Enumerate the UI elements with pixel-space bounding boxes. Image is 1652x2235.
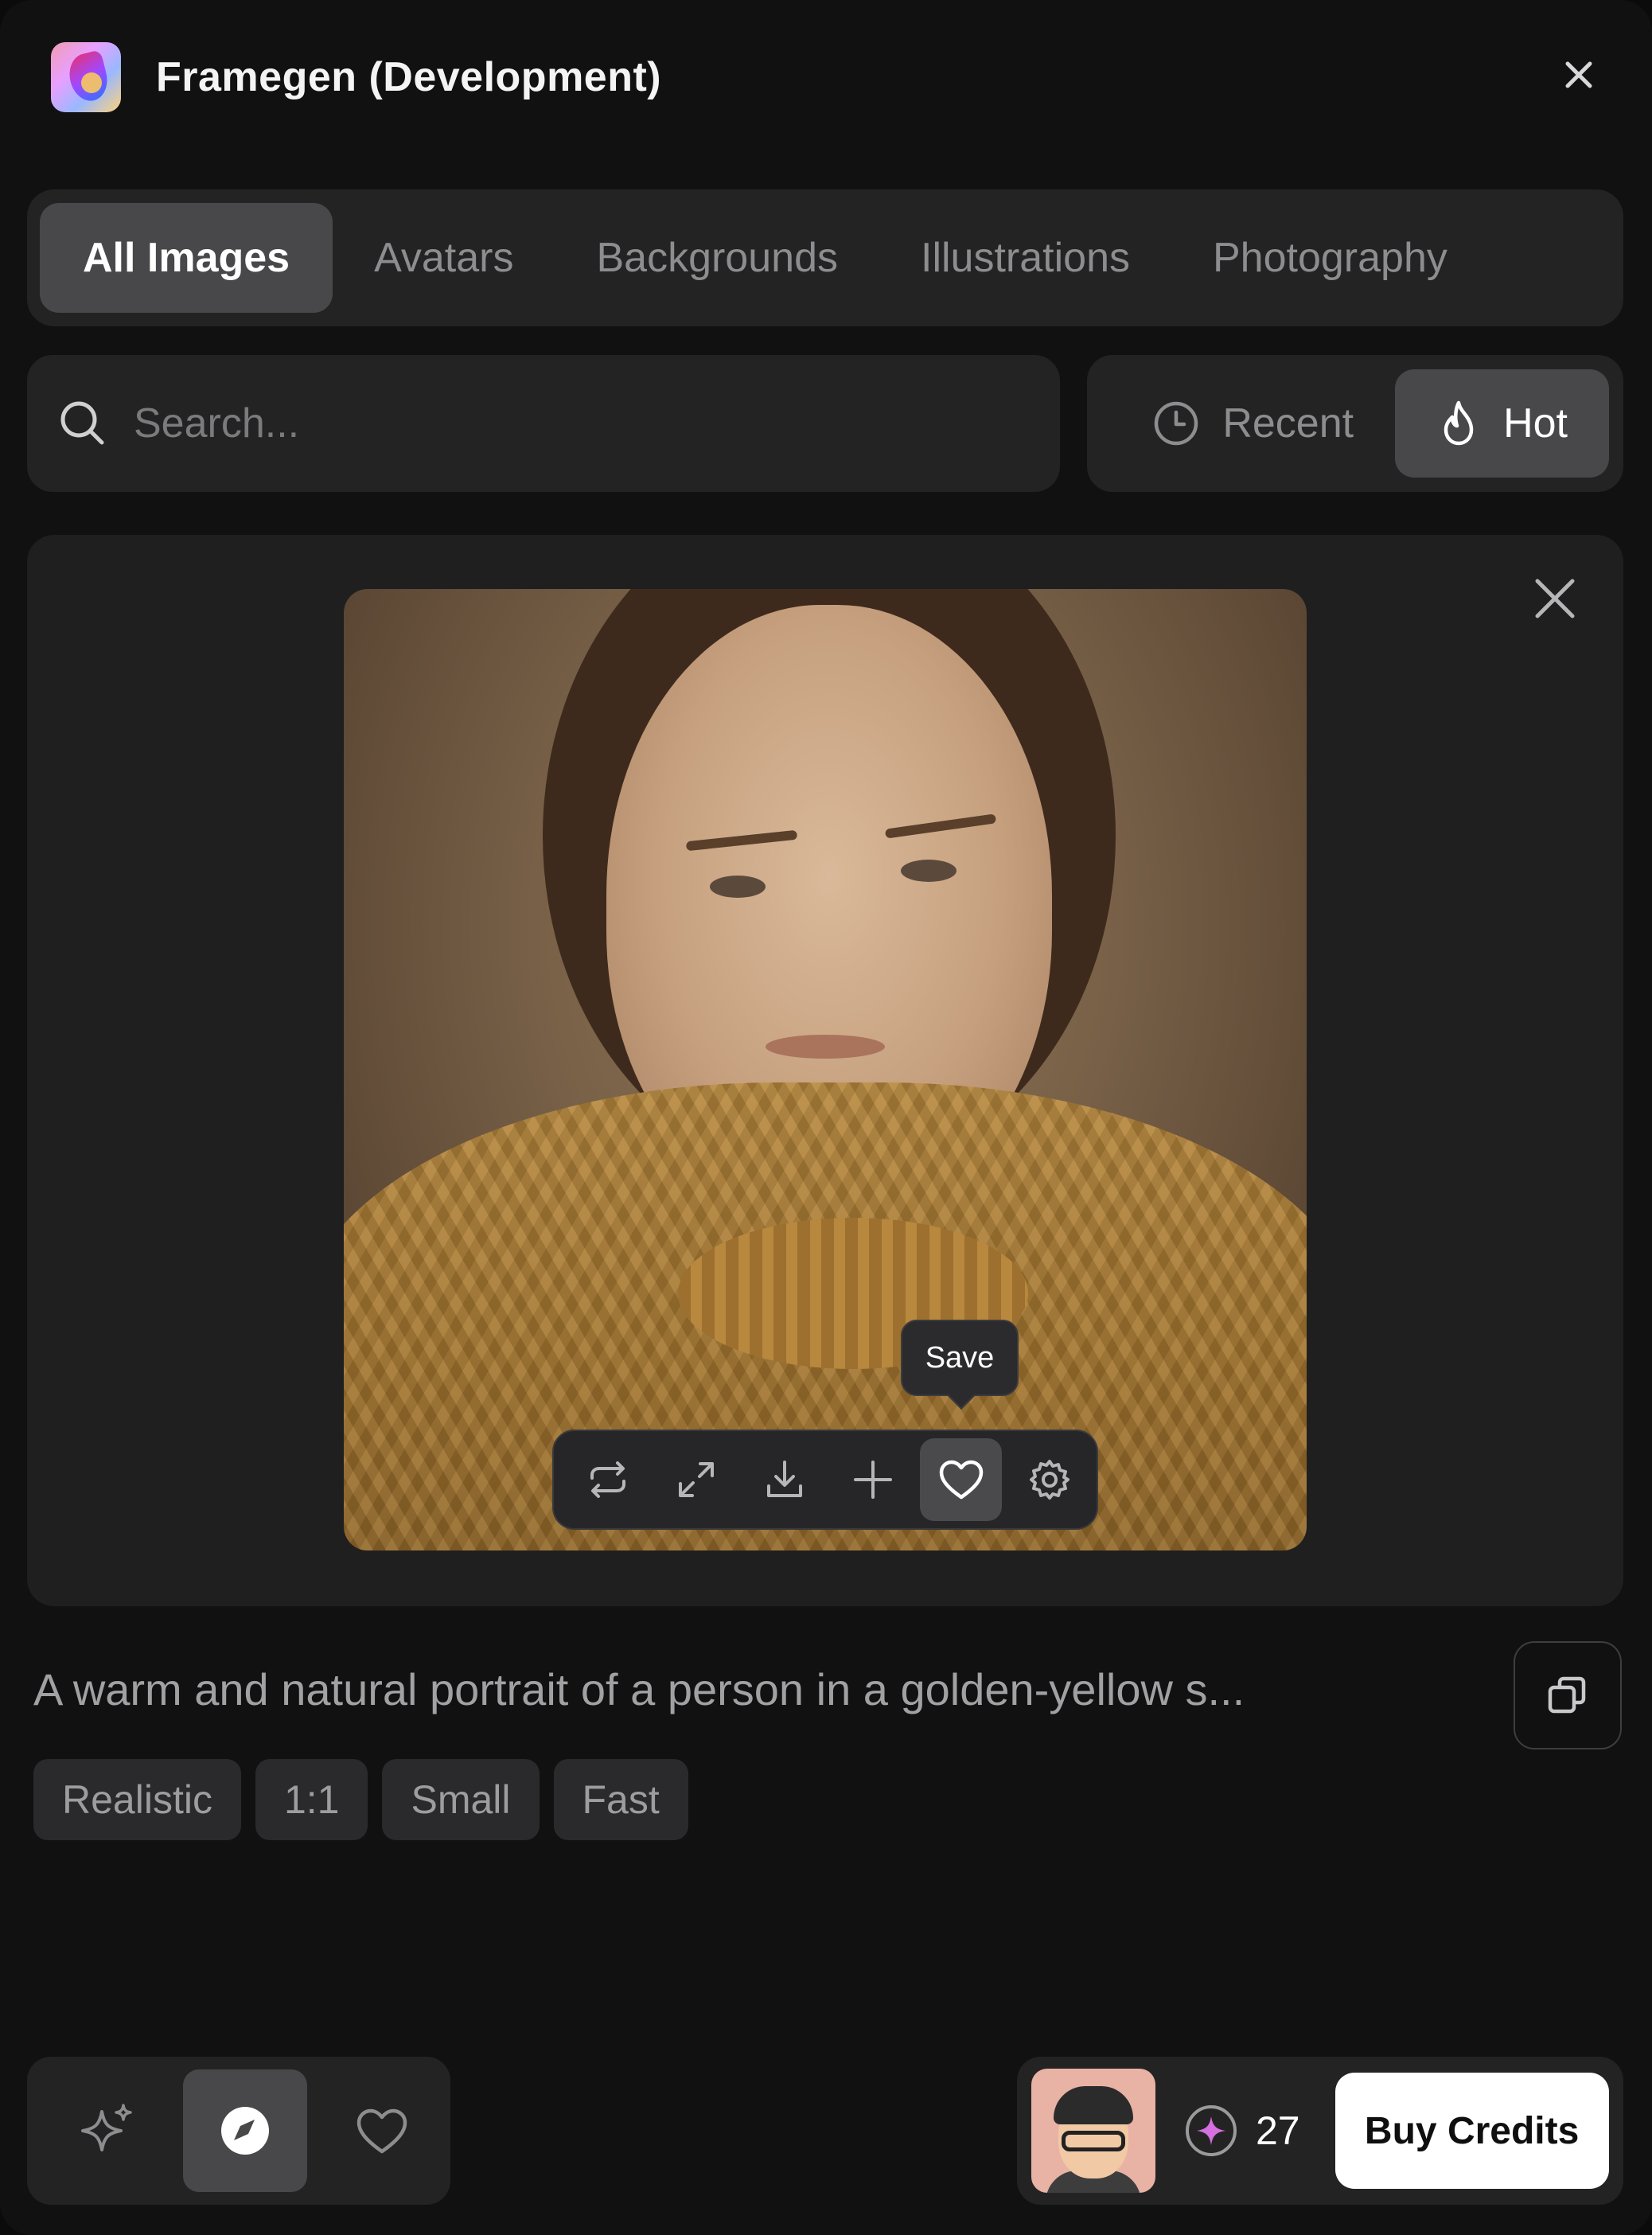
sort-hot-label: Hot (1503, 400, 1568, 447)
tab-illustrations[interactable]: Illustrations (879, 203, 1171, 313)
expand-icon (678, 1462, 714, 1497)
credits-count: 27 (1256, 2108, 1300, 2153)
app-title: Framegen (Development) (156, 54, 662, 100)
clock-icon (1155, 401, 1198, 446)
nav-generate-button[interactable] (46, 2069, 170, 2192)
sparkles-icon (81, 2104, 132, 2151)
nav-explore-button[interactable] (183, 2069, 307, 2192)
tag-speed: Fast (553, 1759, 688, 1840)
nav-favorites-button[interactable] (320, 2069, 444, 2192)
sort-toggle: Recent Hot (1087, 355, 1623, 492)
heart-icon (939, 1460, 983, 1500)
search-input[interactable] (134, 400, 1009, 447)
credits-balance: 27 (1184, 2104, 1300, 2158)
compass-icon (221, 2107, 269, 2155)
copy-icon (1548, 1676, 1586, 1714)
search-bar (27, 355, 1060, 492)
sort-recent-label: Recent (1222, 400, 1354, 447)
tab-avatars[interactable]: Avatars (333, 203, 555, 313)
bottom-nav (27, 2057, 450, 2205)
add-button[interactable] (832, 1438, 914, 1521)
close-icon (1565, 61, 1592, 88)
tag-aspect-ratio: 1:1 (255, 1759, 368, 1840)
gear-icon (1029, 1460, 1070, 1500)
search-icon (60, 401, 104, 445)
avatar[interactable] (1031, 2069, 1155, 2193)
window-header: Framegen (Development) (51, 41, 661, 113)
close-window-button[interactable] (1561, 57, 1596, 92)
flame-icon (1444, 400, 1474, 446)
heart-icon (357, 2108, 407, 2154)
app-logo (51, 42, 121, 112)
plus-icon (853, 1461, 892, 1499)
tab-backgrounds[interactable]: Backgrounds (555, 203, 879, 313)
tab-all-images[interactable]: All Images (40, 203, 333, 313)
image-prompt-text: A warm and natural portrait of a person … (33, 1664, 1245, 1714)
download-icon (766, 1461, 802, 1497)
settings-button[interactable] (1008, 1438, 1090, 1521)
save-tooltip: Save (901, 1320, 1019, 1396)
close-icon (1535, 579, 1575, 618)
category-tabs: All Images Avatars Backgrounds Illustrat… (27, 189, 1623, 326)
expand-button[interactable] (655, 1438, 737, 1521)
tab-photography[interactable]: Photography (1171, 203, 1489, 313)
app-window: Framegen (Development) All Images Avatar… (0, 0, 1652, 2235)
buy-credits-button[interactable]: Buy Credits (1334, 2073, 1609, 2189)
regenerate-button[interactable] (567, 1438, 649, 1521)
generated-portrait-image[interactable] (344, 589, 1307, 1550)
save-button[interactable] (920, 1438, 1002, 1521)
download-button[interactable] (743, 1438, 825, 1521)
copy-prompt-button[interactable] (1514, 1641, 1622, 1749)
prompt-tags: Realistic 1:1 Small Fast (33, 1759, 703, 1840)
repeat-icon (590, 1461, 625, 1498)
credit-sparkle-icon (1186, 2105, 1237, 2156)
sort-recent-button[interactable]: Recent (1111, 369, 1395, 478)
account-bar: 27 Buy Credits (1017, 2057, 1623, 2205)
tag-style: Realistic (33, 1759, 241, 1840)
tag-size: Small (382, 1759, 540, 1840)
sort-hot-button[interactable]: Hot (1395, 369, 1609, 478)
close-preview-button[interactable] (1526, 570, 1584, 627)
image-action-toolbar (552, 1430, 1098, 1530)
